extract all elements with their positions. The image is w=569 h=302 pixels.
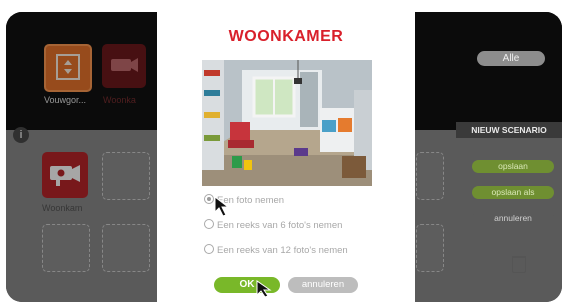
option-label: Een reeks van 12 foto's nemen — [217, 245, 348, 256]
camera-preview-image — [202, 60, 372, 186]
option-twelve-photos[interactable]: Een reeks van 12 foto's nemen — [204, 244, 348, 256]
scenario-cancel-button[interactable]: annuleren — [472, 212, 554, 225]
option-label: Een reeks van 6 foto's nemen — [217, 220, 343, 231]
radio-icon[interactable] — [204, 244, 214, 254]
radio-icon[interactable] — [204, 219, 214, 229]
photo-dialog: WOONKAMER Een foto nemen Een reeks van 6… — [157, 12, 415, 302]
save-button[interactable]: opslaan — [472, 160, 554, 173]
cancel-button[interactable]: annuleren — [288, 277, 358, 293]
trash-icon[interactable] — [512, 256, 526, 273]
alle-button[interactable]: Alle — [477, 51, 545, 66]
radio-selected-icon[interactable] — [204, 194, 214, 204]
save-as-button[interactable]: opslaan als — [472, 186, 554, 199]
cursor-icon — [214, 196, 230, 217]
option-six-photos[interactable]: Een reeks van 6 foto's nemen — [204, 219, 342, 231]
scenario-panel-title: NIEUW SCENARIO — [456, 122, 562, 138]
dialog-title: WOONKAMER — [228, 28, 344, 45]
cursor-icon — [256, 280, 272, 297]
